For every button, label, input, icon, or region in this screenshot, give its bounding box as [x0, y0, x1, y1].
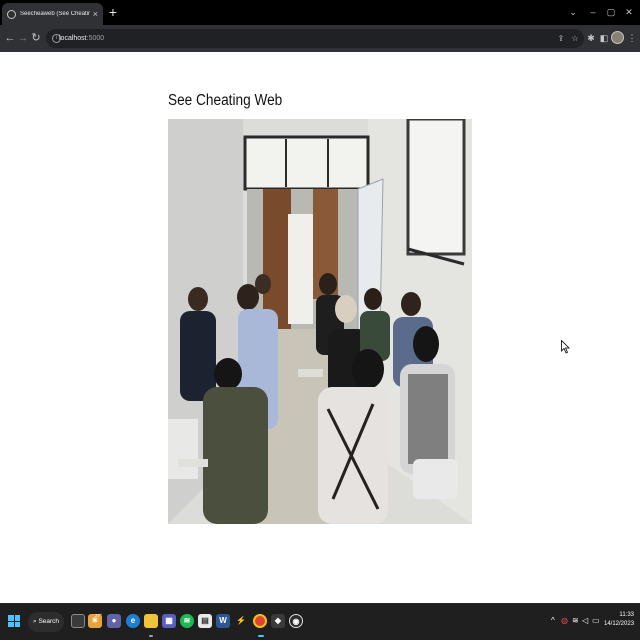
file-explorer-icon[interactable]	[144, 614, 158, 628]
side-panel-button[interactable]: ◧	[598, 32, 610, 44]
bookmark-button[interactable]: ☆	[569, 32, 581, 45]
extensions-button[interactable]: ✱	[585, 32, 597, 44]
url-text: localhost:5000	[59, 34, 104, 43]
task-view-icon[interactable]	[71, 614, 85, 628]
close-window-button[interactable]: ✕	[621, 5, 637, 19]
windows-icon[interactable]	[8, 615, 20, 627]
wifi-icon[interactable]: ≋	[572, 615, 579, 627]
browser-tab-strip: Seecheaweb (See Cheating Web) × + ⌄ – ▢ …	[0, 0, 640, 25]
close-icon[interactable]: ×	[93, 9, 98, 19]
chrome-icon[interactable]	[253, 614, 267, 628]
address-bar[interactable]: i localhost:5000 ⇪ ☆	[46, 29, 584, 48]
browser-tab[interactable]: Seecheaweb (See Cheating Web) ×	[2, 3, 103, 25]
maximize-button[interactable]: ▢	[603, 5, 619, 19]
classroom-image	[168, 119, 472, 524]
star-icon: ☆	[571, 34, 579, 43]
screen: Seecheaweb (See Cheating Web) × + ⌄ – ▢ …	[0, 0, 640, 640]
taskbar-clock[interactable]: 11:33 14/12/2023	[604, 611, 634, 629]
mouse-cursor-icon	[561, 340, 570, 354]
volume-icon[interactable]: ◁	[582, 615, 588, 627]
side-panel-icon: ◧	[599, 33, 609, 43]
page-title: See Cheating Web	[168, 92, 283, 109]
windows-taskbar: ⌕ Search ☀ 27° ● e ▦ ≋ ▤ W ⚡ ◆ ◉ ^ ◍ ≋ ◁…	[0, 603, 640, 640]
edge-icon[interactable]: e	[126, 614, 140, 628]
chevron-up-icon[interactable]: ^	[551, 615, 555, 627]
browser-toolbar: ← → ↻ i localhost:5000 ⇪ ☆ ✱ ◧ ⋮	[0, 25, 640, 52]
search-label: Search	[38, 618, 60, 625]
forward-button[interactable]: →	[16, 31, 30, 45]
url-port: :5000	[86, 35, 105, 42]
battery-icon[interactable]: ▭	[592, 615, 600, 627]
plus-icon: +	[108, 4, 118, 20]
search-icon: ⌕	[33, 618, 37, 625]
notes-icon[interactable]: ▤	[198, 614, 212, 628]
forward-icon: →	[17, 32, 29, 44]
reload-icon: ↻	[31, 32, 41, 44]
minimize-button[interactable]: –	[585, 5, 601, 19]
menu-icon: ⋮	[627, 33, 637, 43]
taskbar-search[interactable]: ⌕ Search	[28, 612, 64, 632]
avatar[interactable]	[611, 31, 624, 44]
reload-button[interactable]: ↻	[29, 31, 43, 45]
back-button[interactable]: ←	[3, 31, 17, 45]
page-content: See Cheating Web	[0, 52, 640, 603]
running-indicator	[149, 635, 153, 637]
favicon-icon	[7, 9, 16, 19]
extensions-icon: ✱	[587, 33, 595, 43]
url-host: localhost	[59, 35, 87, 42]
menu-button[interactable]: ⋮	[626, 32, 638, 44]
tab-search-button[interactable]: ⌄	[565, 5, 581, 19]
store-icon[interactable]: ▦	[162, 614, 176, 628]
clock-date: 14/12/2023	[604, 621, 635, 627]
word-icon[interactable]: W	[216, 614, 230, 628]
weather-temp: 27°	[95, 613, 102, 618]
obs-icon[interactable]: ◉	[289, 614, 303, 628]
new-tab-button[interactable]: +	[106, 4, 120, 20]
spotify-icon[interactable]: ≋	[180, 614, 194, 628]
terminal-icon[interactable]: ⚡	[234, 614, 248, 628]
close-icon: ✕	[625, 7, 633, 17]
classroom-video-feed	[168, 119, 472, 524]
share-button[interactable]: ⇪	[555, 32, 567, 45]
chat-icon[interactable]: ●	[107, 614, 121, 628]
security-icon[interactable]: ◍	[561, 615, 568, 627]
share-icon: ⇪	[557, 34, 565, 43]
clock-time: 11:33	[619, 612, 634, 618]
maximize-icon: ▢	[606, 7, 616, 17]
active-indicator	[258, 635, 264, 637]
chevron-down-icon: ⌄	[569, 7, 577, 17]
minimize-icon: –	[590, 7, 596, 17]
back-icon: ←	[4, 32, 16, 44]
vscode-icon[interactable]: ◆	[271, 614, 285, 628]
tab-title: Seecheaweb (See Cheating Web)	[20, 11, 90, 17]
